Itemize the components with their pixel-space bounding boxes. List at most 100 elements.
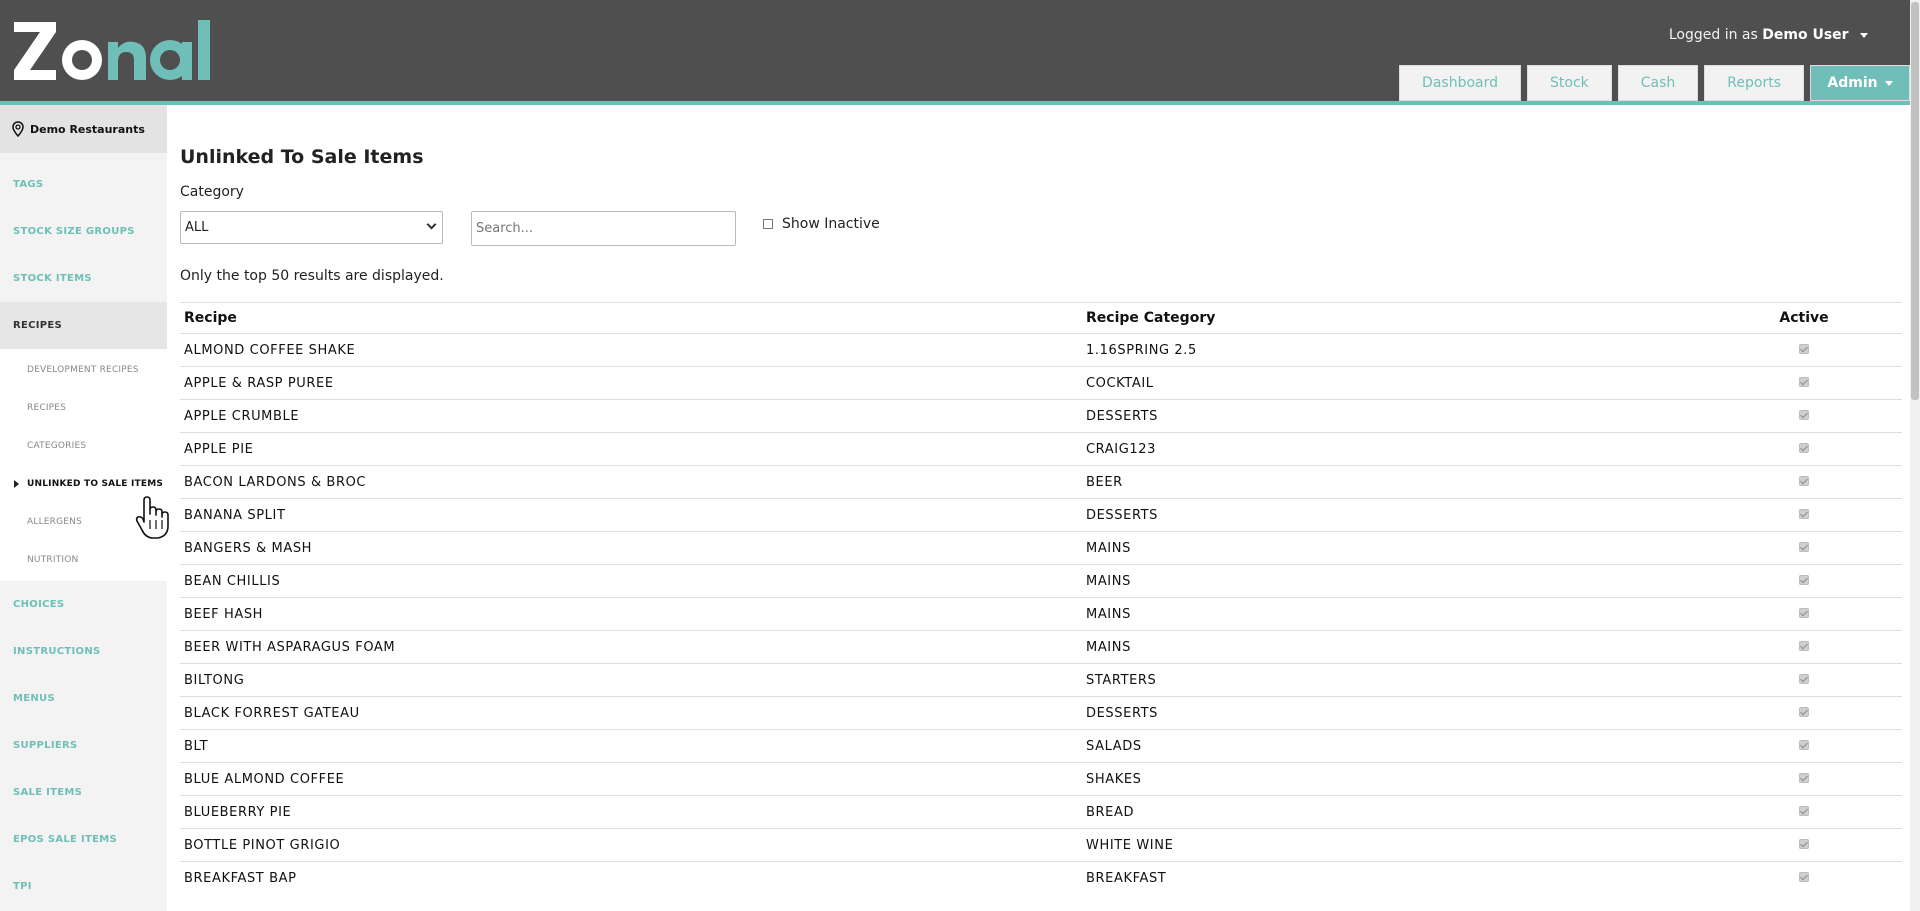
table-row[interactable]: APPLE CRUMBLE DESSERTS — [180, 399, 1902, 433]
cell-recipe-category: MAINS — [1082, 564, 1702, 598]
sidebar-item-suppliers[interactable]: SUPPLIERS — [0, 722, 167, 769]
cell-recipe: BEEF HASH — [180, 597, 1082, 631]
active-checkbox — [1799, 739, 1809, 750]
category-select-value: ALL — [185, 220, 209, 235]
table-row[interactable]: BEAN CHILLIS MAINS — [180, 564, 1902, 598]
subitem-categories[interactable]: CATEGORIES — [0, 427, 167, 465]
table-row[interactable]: BANGERS & MASH MAINS — [180, 531, 1902, 565]
active-checkbox — [1799, 607, 1809, 618]
nav-tab-reports[interactable]: Reports — [1704, 65, 1804, 101]
cell-active — [1702, 564, 1902, 598]
sidebar-item-instructions[interactable]: INSTRUCTIONS — [0, 628, 167, 675]
sidebar-subitem-label: RECIPES — [27, 403, 67, 413]
table-row[interactable]: BLUE ALMOND COFFEE SHAKES — [180, 762, 1902, 796]
sidebar-subitem-label: DEVELOPMENT RECIPES — [27, 365, 139, 375]
sidebar-item-label: SUPPLIERS — [13, 740, 78, 751]
sidebar-item-recipes[interactable]: RECIPES — [0, 302, 167, 349]
cell-recipe-category: WHITE WINE — [1082, 828, 1702, 862]
caret-down-icon — [1860, 32, 1868, 38]
cell-recipe-category: MAINS — [1082, 597, 1702, 631]
nav-tab-stock[interactable]: Stock — [1527, 65, 1612, 101]
table-row[interactable]: BACON LARDONS & BROC BEER — [180, 465, 1902, 499]
cell-active — [1702, 828, 1902, 862]
column-header-active[interactable]: Active — [1702, 302, 1902, 334]
table-row[interactable]: BREAKFAST BAP BREAKFAST — [180, 861, 1902, 895]
page-scrollbar[interactable] — [1910, 0, 1920, 911]
cell-recipe: BACON LARDONS & BROC — [180, 465, 1082, 499]
app-header: Logged in as Demo User Dashboard Stock C… — [0, 0, 1910, 105]
map-pin-icon — [12, 121, 24, 137]
sidebar-item-menus[interactable]: MENUS — [0, 675, 167, 722]
user-menu[interactable]: Logged in as Demo User — [1669, 27, 1868, 43]
cell-active — [1702, 861, 1902, 895]
category-label: Category — [180, 184, 244, 200]
cell-recipe-category: CRAIG123 — [1082, 432, 1702, 466]
column-header-recipe[interactable]: Recipe — [180, 302, 1082, 334]
table-row[interactable]: BLACK FORREST GATEAU DESSERTS — [180, 696, 1902, 730]
table-row[interactable]: BLT SALADS — [180, 729, 1902, 763]
show-inactive-checkbox[interactable] — [763, 219, 773, 229]
active-checkbox — [1799, 541, 1809, 552]
category-select[interactable]: ALL — [180, 211, 443, 244]
table-row[interactable]: BOTTLE PINOT GRIGIO WHITE WINE — [180, 828, 1902, 862]
table-row[interactable]: ALMOND COFFEE SHAKE 1.16SPRING 2.5 — [180, 333, 1902, 367]
nav-tab-dashboard[interactable]: Dashboard — [1399, 65, 1522, 101]
active-checkbox — [1799, 838, 1809, 849]
cell-recipe: BLUE ALMOND COFFEE — [180, 762, 1082, 796]
main-nav: Dashboard Stock Cash Reports Admin — [1399, 65, 1910, 101]
cell-recipe-category: MAINS — [1082, 531, 1702, 565]
cell-recipe: BANGERS & MASH — [180, 531, 1082, 565]
table-row[interactable]: APPLE & RASP PUREE COCKTAIL — [180, 366, 1902, 400]
cell-active — [1702, 630, 1902, 664]
sidebar-item-sale-items[interactable]: SALE ITEMS — [0, 769, 167, 816]
search-input[interactable] — [471, 211, 736, 246]
cell-recipe-category: BREAKFAST — [1082, 861, 1702, 895]
location-name: Demo Restaurants — [30, 122, 145, 136]
cell-active — [1702, 762, 1902, 796]
cell-active — [1702, 366, 1902, 400]
cell-active — [1702, 696, 1902, 730]
caret-right-icon — [14, 480, 19, 488]
table-row[interactable]: APPLE PIE CRAIG123 — [180, 432, 1902, 466]
active-checkbox — [1799, 871, 1809, 882]
location-selector[interactable]: Demo Restaurants — [0, 105, 167, 153]
cell-recipe-category: BEER — [1082, 465, 1702, 499]
sidebar-item-epos-sale-items[interactable]: EPOS SALE ITEMS — [0, 816, 167, 863]
active-checkbox — [1799, 706, 1809, 717]
table-row[interactable]: BILTONG STARTERS — [180, 663, 1902, 697]
active-checkbox — [1799, 508, 1809, 519]
sidebar-item-choices[interactable]: CHOICES — [0, 581, 167, 628]
table-row[interactable]: BLUEBERRY PIE BREAD — [180, 795, 1902, 829]
active-checkbox — [1799, 409, 1809, 420]
show-inactive-label: Show Inactive — [782, 216, 880, 232]
sidebar-subitem-label: CATEGORIES — [27, 441, 87, 451]
cell-recipe-category: DESSERTS — [1082, 399, 1702, 433]
cell-recipe-category: MAINS — [1082, 630, 1702, 664]
nav-tab-label: Reports — [1727, 75, 1781, 91]
table-row[interactable]: BANANA SPLIT DESSERTS — [180, 498, 1902, 532]
results-note: Only the top 50 results are displayed. — [180, 268, 444, 284]
sidebar-item-stock-items[interactable]: STOCK ITEMS — [0, 255, 167, 302]
nav-tab-admin[interactable]: Admin — [1810, 65, 1910, 101]
cell-recipe-category: DESSERTS — [1082, 498, 1702, 532]
subitem-recipes[interactable]: RECIPES — [0, 389, 167, 427]
sidebar-item-stock-size-groups[interactable]: STOCK SIZE GROUPS — [0, 208, 167, 255]
cell-recipe: BEER WITH ASPARAGUS FOAM — [180, 630, 1082, 664]
show-inactive-toggle[interactable]: Show Inactive — [763, 216, 880, 232]
zonal-logo[interactable] — [12, 18, 218, 84]
sidebar-item-tpi[interactable]: TPI — [0, 863, 167, 910]
scrollbar-thumb[interactable] — [1911, 2, 1919, 400]
active-checkbox — [1799, 442, 1809, 453]
hand-cursor-icon — [135, 496, 169, 539]
active-checkbox — [1799, 805, 1809, 816]
table-row[interactable]: BEER WITH ASPARAGUS FOAM MAINS — [180, 630, 1902, 664]
nav-tab-cash[interactable]: Cash — [1617, 65, 1699, 101]
subitem-development-recipes[interactable]: DEVELOPMENT RECIPES — [0, 351, 167, 389]
table-row[interactable]: BEEF HASH MAINS — [180, 597, 1902, 631]
cell-active — [1702, 531, 1902, 565]
sidebar-item-label: STOCK ITEMS — [13, 273, 92, 284]
column-header-recipe-category[interactable]: Recipe Category — [1082, 302, 1702, 334]
subitem-nutrition[interactable]: NUTRITION — [0, 541, 167, 579]
cell-active — [1702, 795, 1902, 829]
sidebar-item-tags[interactable]: TAGS — [0, 161, 167, 208]
